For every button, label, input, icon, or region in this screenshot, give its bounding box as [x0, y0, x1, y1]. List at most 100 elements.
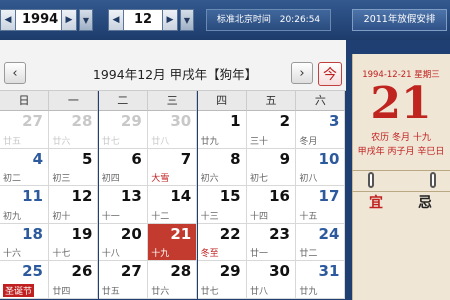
- lunar-label: 廿四: [52, 286, 71, 297]
- year-selector[interactable]: ◀ 1994 ▶ ▼: [0, 9, 93, 31]
- month-next-icon[interactable]: ▶: [162, 9, 178, 31]
- day-cell[interactable]: 19 十七: [49, 223, 99, 262]
- day-number: 5: [81, 149, 93, 168]
- day-cell[interactable]: 21 十九: [148, 223, 198, 262]
- lunar-label: 初二: [3, 174, 22, 185]
- lunar-label: 十四: [250, 211, 269, 222]
- day-cell[interactable]: 16 十四: [247, 186, 296, 224]
- lunar-label: 十九: [151, 249, 170, 260]
- day-cell[interactable]: 29 廿七: [98, 111, 148, 149]
- year-prev-icon[interactable]: ◀: [0, 9, 16, 31]
- day-cell[interactable]: 23 廿一: [247, 223, 296, 262]
- day-cell[interactable]: 30 廿八: [148, 111, 198, 149]
- day-number: 23: [269, 224, 290, 243]
- day-number: 25: [22, 262, 43, 281]
- year-value[interactable]: 1994: [16, 9, 61, 31]
- lunar-label: 十三: [200, 211, 219, 222]
- day-cell[interactable]: 22 冬至: [197, 223, 247, 262]
- day-cell[interactable]: 7 大雪: [148, 148, 198, 187]
- lunar-label: 廿六: [151, 286, 170, 297]
- day-number: 26: [71, 262, 93, 281]
- lunar-label: 大雪: [151, 174, 170, 185]
- lunar-label: 圣诞节: [3, 283, 35, 297]
- day-cell[interactable]: 2 三十: [247, 111, 296, 149]
- today-button[interactable]: 今: [318, 62, 342, 86]
- day-cell[interactable]: 29 廿七: [197, 261, 247, 299]
- day-cell[interactable]: 11 初九: [0, 186, 49, 224]
- day-number: 19: [71, 224, 93, 243]
- day-cell[interactable]: 27 廿五: [98, 261, 148, 299]
- lunar-label: 廿五: [101, 286, 120, 297]
- day-cell[interactable]: 1 廿九: [197, 111, 247, 149]
- day-number: 24: [318, 224, 340, 243]
- lunar-label: 十七: [52, 249, 71, 260]
- day-number: 15: [219, 187, 241, 206]
- day-cell[interactable]: 4 初二: [0, 148, 49, 187]
- day-number: 7: [180, 149, 192, 168]
- lunar-label: 初三: [52, 174, 71, 185]
- day-number: 2: [279, 112, 290, 130]
- lunar-label: 初十: [52, 211, 71, 222]
- detail-day-number: 21: [370, 78, 432, 129]
- lunar-label: 廿八: [250, 286, 269, 297]
- weekday-header: 一: [49, 91, 99, 111]
- chevron-right-icon: ›: [299, 65, 305, 81]
- clock-time: 20:26:54: [279, 15, 321, 25]
- day-number: 11: [22, 187, 43, 206]
- day-number: 30: [269, 262, 290, 281]
- month-value[interactable]: 12: [124, 9, 162, 31]
- day-cell[interactable]: 5 初三: [49, 148, 99, 187]
- day-number: 29: [219, 262, 241, 281]
- day-cell[interactable]: 17 十五: [296, 186, 346, 224]
- lunar-label: 初八: [299, 174, 318, 185]
- day-cell[interactable]: 3 冬月: [296, 111, 346, 149]
- day-cell[interactable]: 31 廿九: [296, 261, 346, 299]
- day-cell[interactable]: 20 十八: [98, 223, 148, 262]
- year-dropdown-icon[interactable]: ▼: [79, 9, 93, 31]
- lunar-label: 廿九: [200, 136, 219, 147]
- day-number: 27: [22, 112, 43, 130]
- day-cell[interactable]: 9 初七: [247, 148, 296, 187]
- day-cell[interactable]: 27 廿五: [0, 111, 49, 149]
- day-cell[interactable]: 8 初六: [197, 148, 247, 187]
- day-number: 1: [230, 112, 241, 130]
- day-cell[interactable]: 13 十一: [98, 186, 148, 224]
- lunar-label: 十六: [3, 249, 22, 260]
- weekday-header: 六: [296, 91, 346, 111]
- day-number: 29: [120, 112, 142, 130]
- day-number: 9: [279, 149, 290, 168]
- day-cell[interactable]: 10 初八: [296, 148, 346, 187]
- month-dropdown-icon[interactable]: ▼: [180, 9, 194, 31]
- day-cell[interactable]: 14 十二: [148, 186, 198, 224]
- beijing-clock: 标准北京时间 20:26:54: [206, 9, 331, 31]
- month-prev-icon[interactable]: ◀: [108, 9, 124, 31]
- month-selector[interactable]: ◀ 12 ▶ ▼: [108, 9, 194, 31]
- next-month-button[interactable]: ›: [291, 62, 313, 84]
- day-cell[interactable]: 28 廿六: [49, 111, 99, 149]
- day-cell[interactable]: 28 廿六: [148, 261, 198, 299]
- lunar-label: 初九: [3, 211, 22, 222]
- holiday-schedule-button[interactable]: 2011年放假安排: [352, 9, 447, 31]
- day-cell[interactable]: 30 廿八: [247, 261, 296, 299]
- day-number: 31: [318, 262, 340, 281]
- year-next-icon[interactable]: ▶: [61, 9, 77, 31]
- weekday-header: 四: [197, 91, 247, 111]
- weekday-header: 二: [98, 91, 148, 111]
- lunar-label: 廿七: [101, 136, 120, 147]
- prev-month-button[interactable]: ‹: [4, 62, 26, 84]
- day-cell[interactable]: 26 廿四: [49, 261, 99, 299]
- day-number: 17: [318, 187, 340, 206]
- binding-ring-icon: [368, 172, 374, 188]
- day-cell[interactable]: 6 初四: [98, 148, 148, 187]
- day-number: 14: [170, 187, 192, 206]
- day-cell[interactable]: 12 初十: [49, 186, 99, 224]
- day-cell[interactable]: 25 圣诞节: [0, 261, 49, 299]
- day-number: 27: [120, 262, 142, 281]
- day-number: 16: [269, 187, 290, 206]
- day-number: 13: [120, 187, 142, 206]
- day-cell[interactable]: 24 廿二: [296, 223, 346, 262]
- day-cell[interactable]: 15 十三: [197, 186, 247, 224]
- day-cell[interactable]: 18 十六: [0, 223, 49, 262]
- lunar-label: 初七: [250, 174, 269, 185]
- day-number: 6: [131, 149, 142, 168]
